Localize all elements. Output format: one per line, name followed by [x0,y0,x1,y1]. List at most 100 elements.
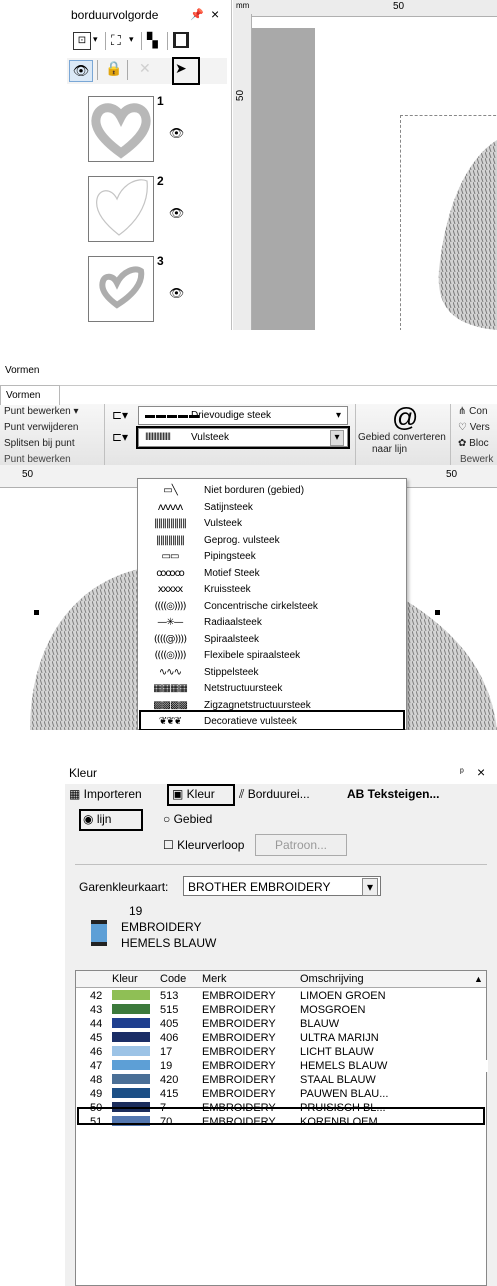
layer-thumbnail[interactable] [88,176,154,242]
heart-small-icon [99,266,145,309]
frame-icon[interactable] [173,32,189,48]
convert-area-label[interactable]: Gebied converteren [358,432,446,443]
brand-cell: EMBROIDERY [202,1088,276,1100]
column-header[interactable]: Merk [202,971,226,987]
convert-area-label-2[interactable]: naar lijn [372,444,407,455]
scroll-up-icon[interactable]: ▲ [474,971,483,987]
tab-shapes[interactable]: Vormen [5,365,39,376]
chevron-down-icon[interactable]: ▾ [362,878,378,896]
pin-icon[interactable]: 📌 [190,8,204,21]
table-row[interactable]: 44 405 EMBROIDERY BLAUW [90,1018,488,1030]
table-row[interactable]: 48 420 EMBROIDERY STAAL BLAUW [90,1074,488,1086]
close-icon[interactable]: × [211,6,219,22]
brand-cell: EMBROIDERY [202,1074,276,1086]
column-header[interactable]: Omschrijving [300,971,364,987]
divider [75,864,487,865]
table-row[interactable]: 47 19 EMBROIDERY HEMELS BLAUW [90,1060,488,1072]
flower-button[interactable]: ✿ Bloc [458,438,489,449]
color-swatch [112,1060,150,1070]
table-row[interactable]: 49 415 EMBROIDERY PAUWEN BLAU... [90,1088,488,1100]
eye-icon[interactable]: 👁 [169,206,184,220]
column-header[interactable]: Kleur [112,971,138,987]
ruler-tick-label: 50 [22,469,34,480]
line-type-icon[interactable]: ⊏▾ [112,408,128,422]
color-panel: Kleur ᵖ × ▦ Importeren ▣ Kleur ⫽ Borduur… [65,762,497,1286]
table-row[interactable]: 45 406 EMBROIDERY ULTRA MARIJN [90,1032,488,1044]
description-cell: PAUWEN BLAU... [300,1088,389,1100]
area-radio[interactable]: ○ Gebied [163,812,212,826]
brand-cell: EMBROIDERY [202,1018,276,1030]
table-row[interactable]: 42 513 EMBROIDERY LIMOEN GROEN [90,990,488,1002]
thread-chart-select[interactable]: BROTHER EMBROIDERY ▾ [183,876,381,896]
area-stitch-combo[interactable]: ‖‖‖‖‖‖‖‖ Vulsteek ▾ [138,428,348,447]
description-cell: LIMOEN GROEN [300,990,386,1002]
edit-point-button[interactable]: Punt bewerken ▾ [4,406,79,417]
table-body: 42 513 EMBROIDERY LIMOEN GROEN 43 515 EMBROIDE… [76,989,488,1285]
dropdown-arrow-icon[interactable]: ▾ [129,34,134,45]
current-brand: EMBROIDERY [121,920,202,934]
tab-import[interactable]: ▦ Importeren [69,787,142,801]
arrange-icon[interactable]: ⛶ [111,32,121,49]
divider [105,32,106,50]
transform-button[interactable]: ♡ Vers [458,422,490,433]
lock-icon[interactable]: 🔒 [105,60,122,77]
description-cell: MOSGROEN [300,1004,366,1016]
pin-icon[interactable]: ᵖ [460,767,464,778]
ruler-unit: mm [236,1,250,10]
layer-thumbnail[interactable] [88,96,154,162]
fill-stitch-icon: ‖‖‖‖‖‖‖‖ [145,432,171,443]
divider [141,32,142,50]
heart-thick-icon [91,103,151,159]
table-row[interactable]: 50 7 EMBROIDERY PRUISISCH BL... [90,1102,488,1114]
color-swatch [112,1004,150,1014]
area-type-icon[interactable]: ⊏▾ [112,430,128,444]
eye-icon[interactable]: 👁 [169,126,184,140]
code-cell: 70 [160,1116,173,1128]
group-icon[interactable]: ⊡ [73,32,91,50]
row-index: 51 [90,1116,103,1128]
menu-item[interactable]: ❦❦❦ Decoratieve vulsteek [140,712,404,730]
line-stitch-combo[interactable]: ▬▬▬▬▬ Drievoudige steek ▾ [138,406,348,425]
layer-thumbnail[interactable] [88,256,154,322]
edit-group-footer: Bewerk [460,454,494,465]
gradient-checkbox[interactable]: ☐ Kleurverloop [163,838,244,852]
spiral-convert-icon[interactable]: @ [392,404,418,430]
color-sort-icon[interactable]: ▚ [147,32,158,49]
horizontal-ruler: mm 50 [233,0,497,17]
chevron-down-icon[interactable]: ▾ [330,430,344,446]
table-row[interactable]: 51 70 EMBROIDERY KORENBLOEM... [90,1116,488,1128]
tab-sew-attributes[interactable]: ⫽ Borduurei... [239,787,310,802]
hide-icon[interactable]: ✕ [139,60,151,77]
table-row[interactable]: 43 515 EMBROIDERY MOSGROEN [90,1004,488,1016]
convert-button[interactable]: ⋔ Con [458,406,488,417]
brand-cell: EMBROIDERY [202,1102,276,1114]
split-point-button[interactable]: Splitsen bij punt [4,438,75,449]
tab-text-attributes[interactable]: AB Teksteigen... [347,787,439,801]
hoop-boundary [252,28,315,330]
close-icon[interactable]: × [477,764,485,780]
chevron-down-icon[interactable]: ▾ [336,407,341,424]
row-index: 49 [90,1088,103,1100]
delete-point-button[interactable]: Punt verwijderen [4,422,78,433]
context-tab[interactable]: Vormen [0,385,60,405]
line-radio[interactable]: ◉ lijn [83,812,111,826]
brand-cell: EMBROIDERY [202,1060,276,1072]
code-cell: 515 [160,1004,179,1016]
divider [104,404,105,466]
table-header: Kleur Code Merk Omschrijving ▲ [76,971,486,988]
select-cursor-icon[interactable]: ➤ [175,60,187,77]
menu-item-label: Decoratieve vulsteek [204,716,297,727]
table-row[interactable]: 46 17 EMBROIDERY LICHT BLAUW [90,1046,488,1058]
tab-color[interactable]: ▣ Kleur [172,787,215,801]
pattern-button[interactable]: Patroon... [255,834,347,856]
column-header[interactable]: Code [160,971,186,987]
description-cell: STAAL BLAUW [300,1074,376,1086]
divider [127,60,128,80]
eye-toggle-icon[interactable]: 👁 [69,60,93,82]
ruler-tick-label: 50 [235,89,247,102]
row-index: 42 [90,990,103,1002]
eye-icon[interactable]: 👁 [169,286,184,300]
description-cell: LICHT BLAUW [300,1046,374,1058]
ribbon: Punt bewerken ▾ Punt verwijderen Splitse… [0,404,497,467]
dropdown-arrow-icon[interactable]: ▾ [93,34,98,45]
